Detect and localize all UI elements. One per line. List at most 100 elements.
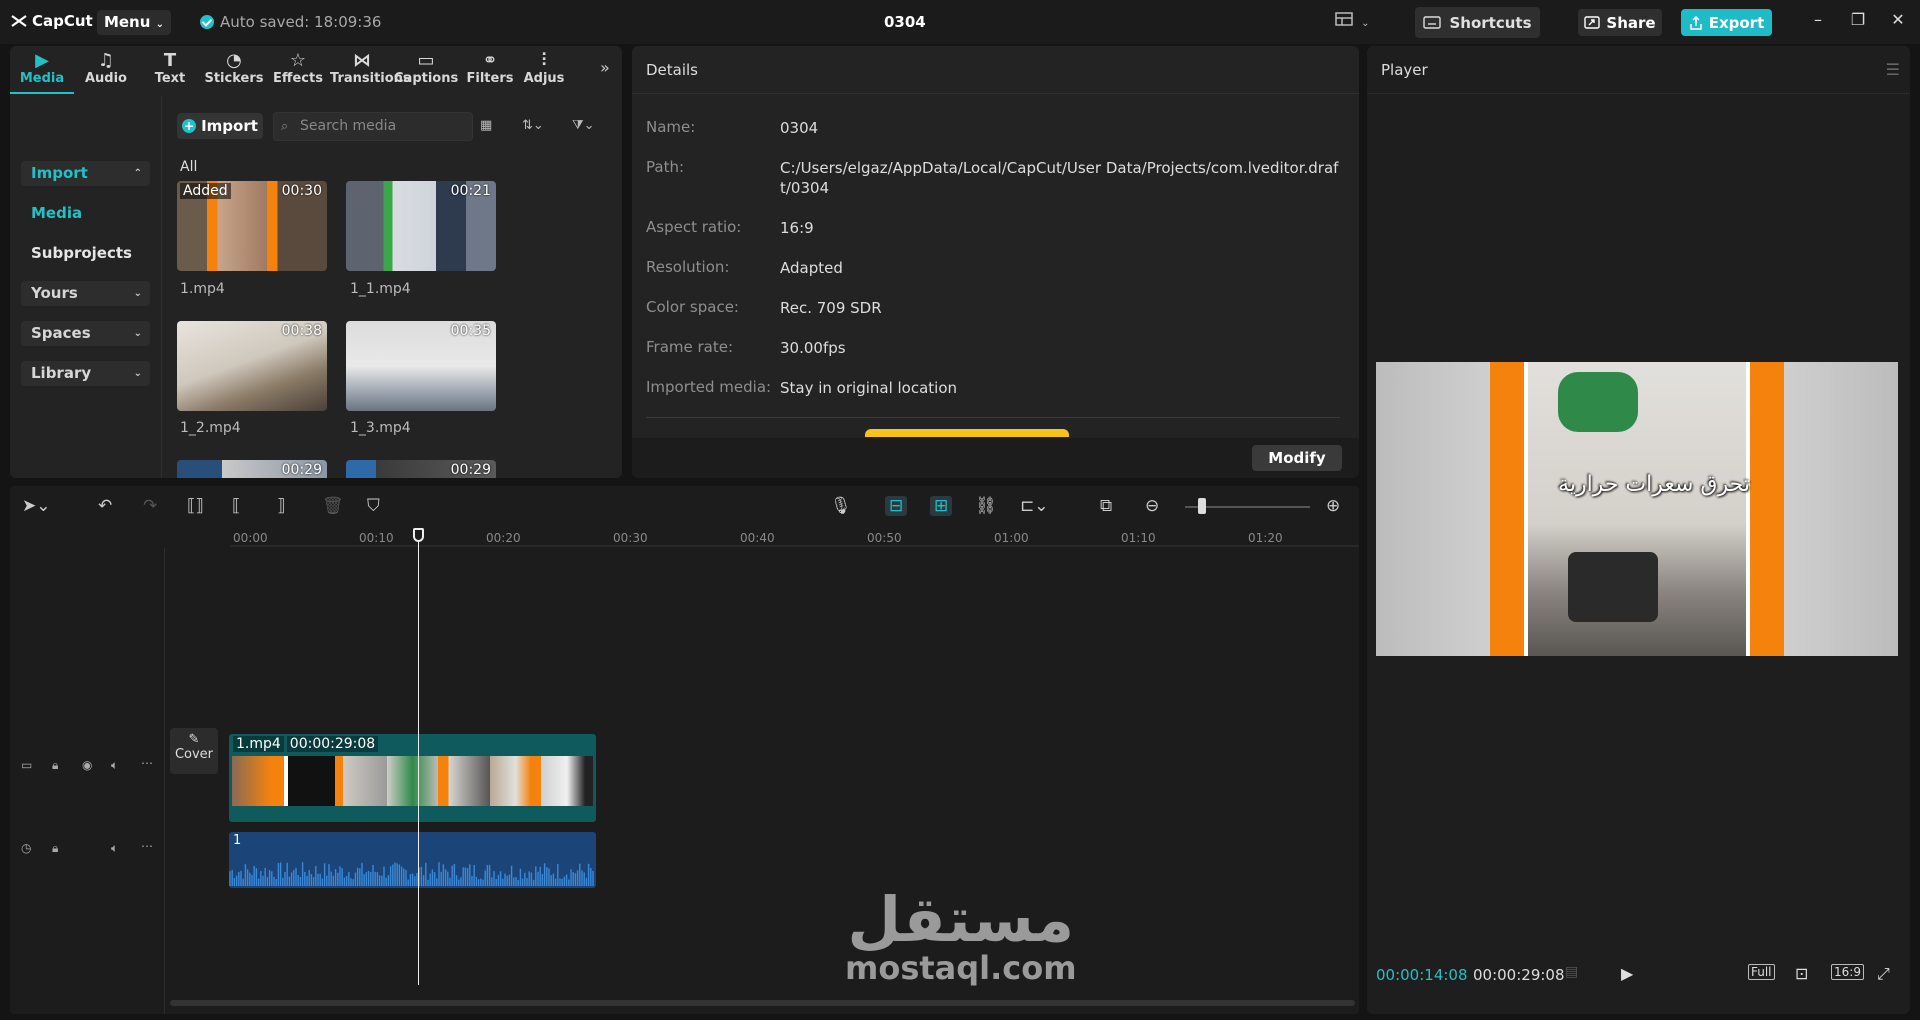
restore-icon[interactable]: ❐ [1846, 10, 1870, 29]
sidebar-item-spaces[interactable]: Spaces ⌄ [21, 321, 150, 346]
chevron-down-icon: ⌄ [133, 328, 142, 339]
search-input[interactable]: ⌕ Search media [273, 112, 473, 141]
export-button[interactable]: Export [1681, 9, 1772, 36]
menu-button[interactable]: Menu ⌄ [97, 10, 171, 35]
tab-media[interactable]: ▶ Media [10, 46, 74, 94]
effects-icon: ☆ [289, 50, 307, 71]
sidebar-item-import[interactable]: Import ⌃ [21, 161, 150, 186]
timeline-scrollbar[interactable] [170, 1000, 1355, 1006]
clip-frames [232, 756, 593, 806]
lock-icon[interactable]: 🔒︎ [52, 758, 58, 773]
split-left-icon[interactable]: ⟦ [232, 496, 240, 516]
fullscreen-icon[interactable]: ⤢ [1877, 964, 1890, 984]
tab-effects[interactable]: ☆ Effects [266, 46, 330, 94]
more-icon[interactable]: ⋯ [141, 839, 153, 853]
video-preview[interactable]: تحرق سعرات حرارية [1376, 362, 1898, 656]
undo-icon[interactable]: ↶ [98, 496, 112, 516]
full-quality-button[interactable]: Full [1748, 964, 1775, 980]
tab-captions[interactable]: ▭ Captions [394, 46, 458, 94]
redo-icon[interactable]: ↷ [143, 496, 157, 516]
tab-audio[interactable]: ♫ Audio [74, 46, 138, 94]
media-thumbnail[interactable]: 00:21 [346, 181, 496, 271]
microphone-icon[interactable]: 🎙 [830, 496, 852, 516]
lock-icon[interactable]: 🔒︎ [52, 841, 58, 856]
ruler-label: 01:00 [994, 531, 1029, 545]
preview-axis-icon[interactable]: ⊏⌄ [1020, 496, 1049, 516]
filter-icon[interactable]: ⧩⌄ [572, 118, 595, 133]
media-thumbnail[interactable]: 00:29 [346, 460, 496, 478]
audio-clip[interactable]: 1 [229, 832, 596, 888]
main-track-magnet-icon[interactable]: ⊟ [885, 496, 908, 516]
tab-stickers[interactable]: ◔ Stickers [202, 46, 266, 94]
detail-value: Rec. 709 SDR [780, 299, 882, 317]
view-grid-icon[interactable]: ▦ [480, 118, 492, 133]
modify-button[interactable]: Modify [1252, 445, 1342, 471]
tab-text[interactable]: T Text [138, 46, 202, 94]
sidebar-item-label: Yours [31, 284, 78, 302]
sidebar-item-yours[interactable]: Yours ⌄ [21, 281, 150, 306]
capcut-logo-icon [11, 15, 27, 27]
aspect-ratio-button[interactable]: 16:9 [1831, 964, 1864, 980]
sidebar-item-library[interactable]: Library ⌄ [21, 361, 150, 386]
split-icon[interactable]: ⟦⟧ [187, 496, 204, 516]
thumbnail-duration: 00:21 [450, 183, 491, 199]
sidebar-item-subprojects[interactable]: Subprojects [21, 241, 150, 266]
auto-snapping-icon[interactable]: ⊞ [930, 496, 953, 516]
check-icon [200, 15, 214, 29]
volume-icon[interactable]: 🔈︎ [111, 758, 118, 773]
share-button[interactable]: Share [1578, 9, 1662, 36]
media-thumbnail[interactable]: 00:38 [177, 321, 327, 411]
video-clip[interactable]: 1.mp4 00:00:29:08 [229, 734, 596, 822]
tab-filters[interactable]: ⚭ Filters [458, 46, 522, 94]
zoom-in-icon[interactable]: ⊕ [1326, 496, 1340, 516]
current-time: 00:00:14:08 [1376, 966, 1468, 984]
hamburger-menu-icon[interactable]: ☰ [1886, 60, 1900, 79]
playhead-handle[interactable] [413, 528, 424, 542]
select-cursor-icon[interactable]: ➤⌄ [22, 496, 51, 516]
minimize-icon[interactable]: – [1806, 10, 1830, 29]
zoom-slider-handle[interactable] [1198, 498, 1206, 514]
share-icon [1584, 16, 1601, 29]
media-thumbnail[interactable]: 00:35 [346, 321, 496, 411]
cover-button[interactable]: ✎ Cover [170, 728, 218, 774]
tab-adjust[interactable]: ⫶ Adjus [522, 46, 566, 94]
total-time: 00:00:29:08 [1473, 966, 1565, 984]
sidebar-item-media[interactable]: Media [21, 201, 150, 226]
tab-label: Filters [466, 71, 514, 86]
shortcuts-button[interactable]: Shortcuts [1415, 7, 1540, 38]
import-button[interactable]: + Import [177, 113, 263, 139]
zoom-out-icon[interactable]: ⊖ [1145, 496, 1159, 516]
volume-icon[interactable]: 🔈︎ [111, 841, 118, 856]
export-label: Export [1708, 13, 1765, 32]
sort-icon[interactable]: ⇅⌄ [522, 118, 544, 133]
split-right-icon[interactable]: ⟧ [277, 496, 285, 516]
timeline-ruler[interactable] [10, 528, 1359, 548]
scroll-indicator [865, 429, 1069, 437]
eye-icon[interactable]: ◉ [82, 758, 92, 772]
detail-key: Imported media: [646, 378, 772, 396]
layout-button[interactable]: ⌄ [1335, 12, 1375, 32]
tab-transitions[interactable]: ⋈ Transitions [330, 46, 411, 94]
playhead[interactable] [413, 528, 424, 985]
media-thumbnail[interactable]: 00:29 [177, 460, 327, 478]
more-icon[interactable]: ⋯ [141, 756, 153, 770]
media-panel: ▶ Media ♫ Audio T Text ◔ Stickers ☆ Effects ⋈… [10, 46, 622, 478]
play-icon[interactable]: ▶ [1621, 964, 1633, 983]
screenshot-icon[interactable]: ⊡ [1795, 964, 1808, 983]
tab-label: Stickers [204, 71, 264, 86]
details-panel: Details Name: 0304 Path: C:/Users/elgaz/Ap… [632, 46, 1359, 478]
audio-track-icon: ◷ [21, 841, 32, 855]
fit-timeline-icon[interactable]: ⧉ [1100, 496, 1112, 516]
link-icon[interactable]: ⛓ [975, 496, 997, 516]
marker-icon[interactable]: ⛉ [367, 496, 380, 516]
detail-value: 30.00fps [780, 339, 846, 357]
video-stepper [1568, 552, 1658, 622]
media-thumbnail[interactable]: Added 00:30 [177, 181, 327, 271]
more-tools-icon[interactable]: » [600, 58, 610, 77]
timeline-view-icon[interactable]: ▤ [1565, 964, 1578, 980]
delete-icon[interactable]: 🗑 [322, 496, 344, 516]
divider [646, 417, 1340, 418]
watermark-arabic: مستقل [847, 883, 1075, 956]
close-icon[interactable]: ✕ [1886, 10, 1910, 29]
media-filter-all[interactable]: All [180, 159, 197, 175]
